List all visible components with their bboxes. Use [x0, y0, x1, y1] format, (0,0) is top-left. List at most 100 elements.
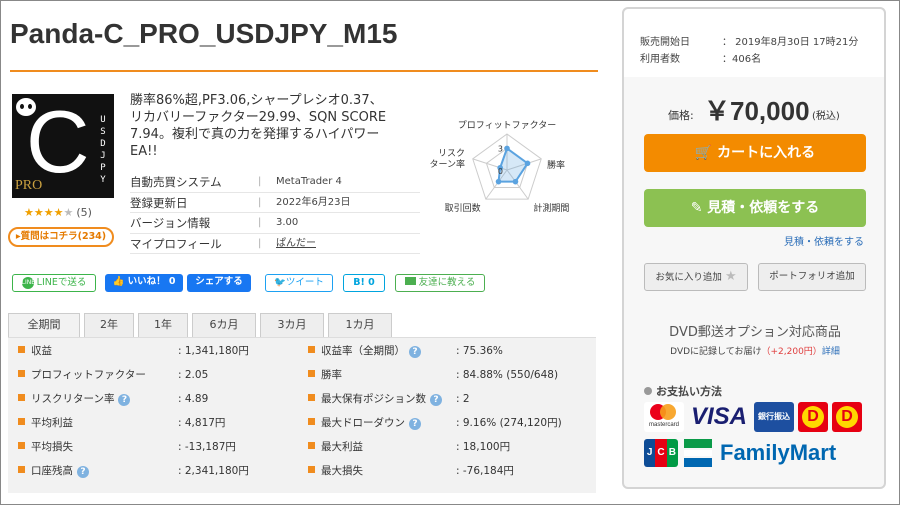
help-icon[interactable]: ? [430, 394, 442, 406]
tweet-button[interactable]: 🐦ツイート [265, 274, 333, 292]
info-key: マイプロフィール [130, 236, 222, 251]
line-share-button[interactable]: LINE LINEで送る [12, 274, 96, 292]
stat-row: リスクリターン率? : 4.89 [18, 388, 298, 410]
tab-2-years[interactable]: 2年 [84, 313, 134, 337]
thumbs-up-icon: 👍 [112, 276, 125, 287]
help-icon[interactable]: ? [409, 346, 421, 358]
mastercard-logo: mastercard [644, 402, 684, 432]
stat-row: 収益率（全期間）? : 75.36% [308, 340, 588, 362]
stat-row: 口座残高?: 2,341,180円 [18, 460, 298, 482]
stat-label: 平均利益 [31, 417, 73, 429]
product-logo: C USDJPY PRO [12, 94, 114, 198]
bullet-icon [308, 418, 315, 425]
mail-icon [404, 277, 416, 285]
stat-value: : 4.89 [178, 393, 209, 405]
stat-label: 収益率（全期間） [321, 345, 405, 357]
stat-label: 最大損失 [321, 465, 363, 477]
help-icon[interactable]: ? [118, 394, 131, 406]
stat-label: 最大利益 [321, 441, 363, 453]
star-icon: ★ [33, 206, 44, 219]
info-separator: | [258, 237, 262, 249]
tab-3-months[interactable]: 3カ月 [260, 313, 324, 337]
user-count: 利用者数 ：406名 [640, 50, 761, 65]
tell-friend-button[interactable]: 友達に教える [395, 274, 485, 292]
like-label: いいね！ 0 [127, 276, 176, 287]
radar-point [512, 178, 519, 185]
hatena-bookmark-button[interactable]: B! 0 [343, 274, 385, 292]
stat-value: : 4,817円 [178, 417, 226, 429]
stat-label: 平均損失 [31, 441, 73, 453]
profile-link[interactable]: ぱんだー [276, 234, 316, 254]
info-value: MetaTrader 4 [276, 176, 342, 187]
help-icon[interactable]: ? [409, 418, 421, 430]
tab-all-period[interactable]: 全期間 [8, 313, 80, 337]
radar-axis-label: 勝率 [547, 159, 565, 171]
period-tabs: 全期間 2年 1年 6カ月 3カ月 1カ月 [8, 313, 596, 337]
request-quote-button[interactable]: ✎ 見積・依頼をする [644, 189, 866, 227]
radar-point [504, 145, 510, 152]
add-favorite-button[interactable]: お気に入り追加 ★ [644, 263, 748, 291]
bank-transfer-logo: 銀行振込 [754, 402, 794, 432]
tab-1-month[interactable]: 1カ月 [328, 313, 392, 337]
stat-row: 勝率: 84.88% (550/648) [308, 364, 588, 386]
d-icon: D [836, 406, 858, 428]
info-value: 2022年6月23日 [276, 196, 351, 208]
user-count-value: ：406名 [722, 54, 762, 65]
bullet-icon [308, 466, 315, 473]
rating-stars[interactable]: ★★★★★ (5) [24, 206, 92, 219]
dvd-price: （+2,200円） [761, 347, 822, 357]
add-portfolio-button[interactable]: ポートフォリオ追加 [758, 263, 866, 291]
sale-info: 販売開始日 ： 2019年8月30日 17時21分 利用者数 ：406名 [624, 9, 884, 77]
add-to-cart-button[interactable]: 🛒 カートに入れる [644, 134, 866, 172]
help-icon[interactable]: ? [77, 466, 89, 478]
user-count-label: 利用者数 [640, 54, 680, 65]
reviews-link[interactable]: ▸質問はコチラ(234) [8, 227, 114, 247]
radar-axis-label: 取引回数 [445, 202, 481, 214]
jcb-c: C [655, 439, 667, 467]
star-empty-icon: ★ [63, 206, 74, 219]
fb-like-button[interactable]: 👍 いいね！ 0 [105, 274, 183, 292]
mastercard-text: mastercard [648, 422, 679, 428]
info-separator: | [258, 176, 262, 187]
stat-value: : 2 [456, 393, 470, 405]
bullet-icon [18, 442, 25, 449]
familymart-logo: FamilyMart [720, 440, 837, 465]
star-icon: ★ [53, 206, 64, 219]
tab-6-months[interactable]: 6カ月 [192, 313, 256, 337]
daily-yamazaki-logo: D [832, 402, 862, 432]
dvd-sub-label: DVDに記録してお届け [670, 347, 762, 357]
cart-button-label: カートに入れる [717, 145, 816, 161]
pencil-icon: ✎ [690, 200, 703, 216]
star-icon: ★ [43, 206, 54, 219]
info-separator: | [258, 217, 262, 228]
friend-label: 友達に教える [418, 277, 476, 288]
radar-chart: 0 3 プロフィットファクター勝率計測期間 取引回数 リスクターン率 [429, 120, 569, 214]
stat-value: : -13,187円 [178, 441, 236, 453]
line-icon: LINE [21, 277, 35, 289]
rating-count: (5) [76, 206, 92, 219]
payment-heading: お支払い方法 [644, 383, 722, 399]
bullet-icon [308, 346, 315, 353]
dvd-title: DVD郵送オプション対応商品 [669, 325, 841, 340]
star-icon: ★ [24, 206, 34, 219]
page-title: Panda-C_PRO_USDJPY_M15 [10, 18, 398, 49]
sale-start-label: 販売開始日 [640, 37, 690, 48]
purchase-sidebar: 販売開始日 ： 2019年8月30日 17時21分 利用者数 ：406名 価格: ￥… [622, 7, 886, 489]
fb-share-button[interactable]: シェアする [187, 274, 251, 292]
d-payment-logo: D [798, 402, 828, 432]
stat-value: : 2.05 [178, 369, 209, 381]
tab-1-year[interactable]: 1年 [138, 313, 188, 337]
radar-point [495, 178, 502, 185]
info-key: 自動売買システム [130, 175, 222, 189]
stat-value: : 2,341,180円 [178, 465, 249, 477]
info-row: 自動売買システム | MetaTrader 4 [130, 172, 420, 193]
request-quote-link[interactable]: 見積・依頼をする [784, 233, 864, 248]
stat-row: プロフィットファクター: 2.05 [18, 364, 298, 386]
bullet-icon [308, 394, 315, 401]
stat-value: : 75.36% [456, 345, 503, 357]
bullet-icon [308, 442, 315, 449]
dvd-detail-link[interactable]: 詳細 [822, 347, 840, 357]
familymart-stripes-icon [684, 439, 712, 467]
bullet-icon [308, 370, 315, 377]
stat-label: リスクリターン率 [31, 393, 115, 405]
